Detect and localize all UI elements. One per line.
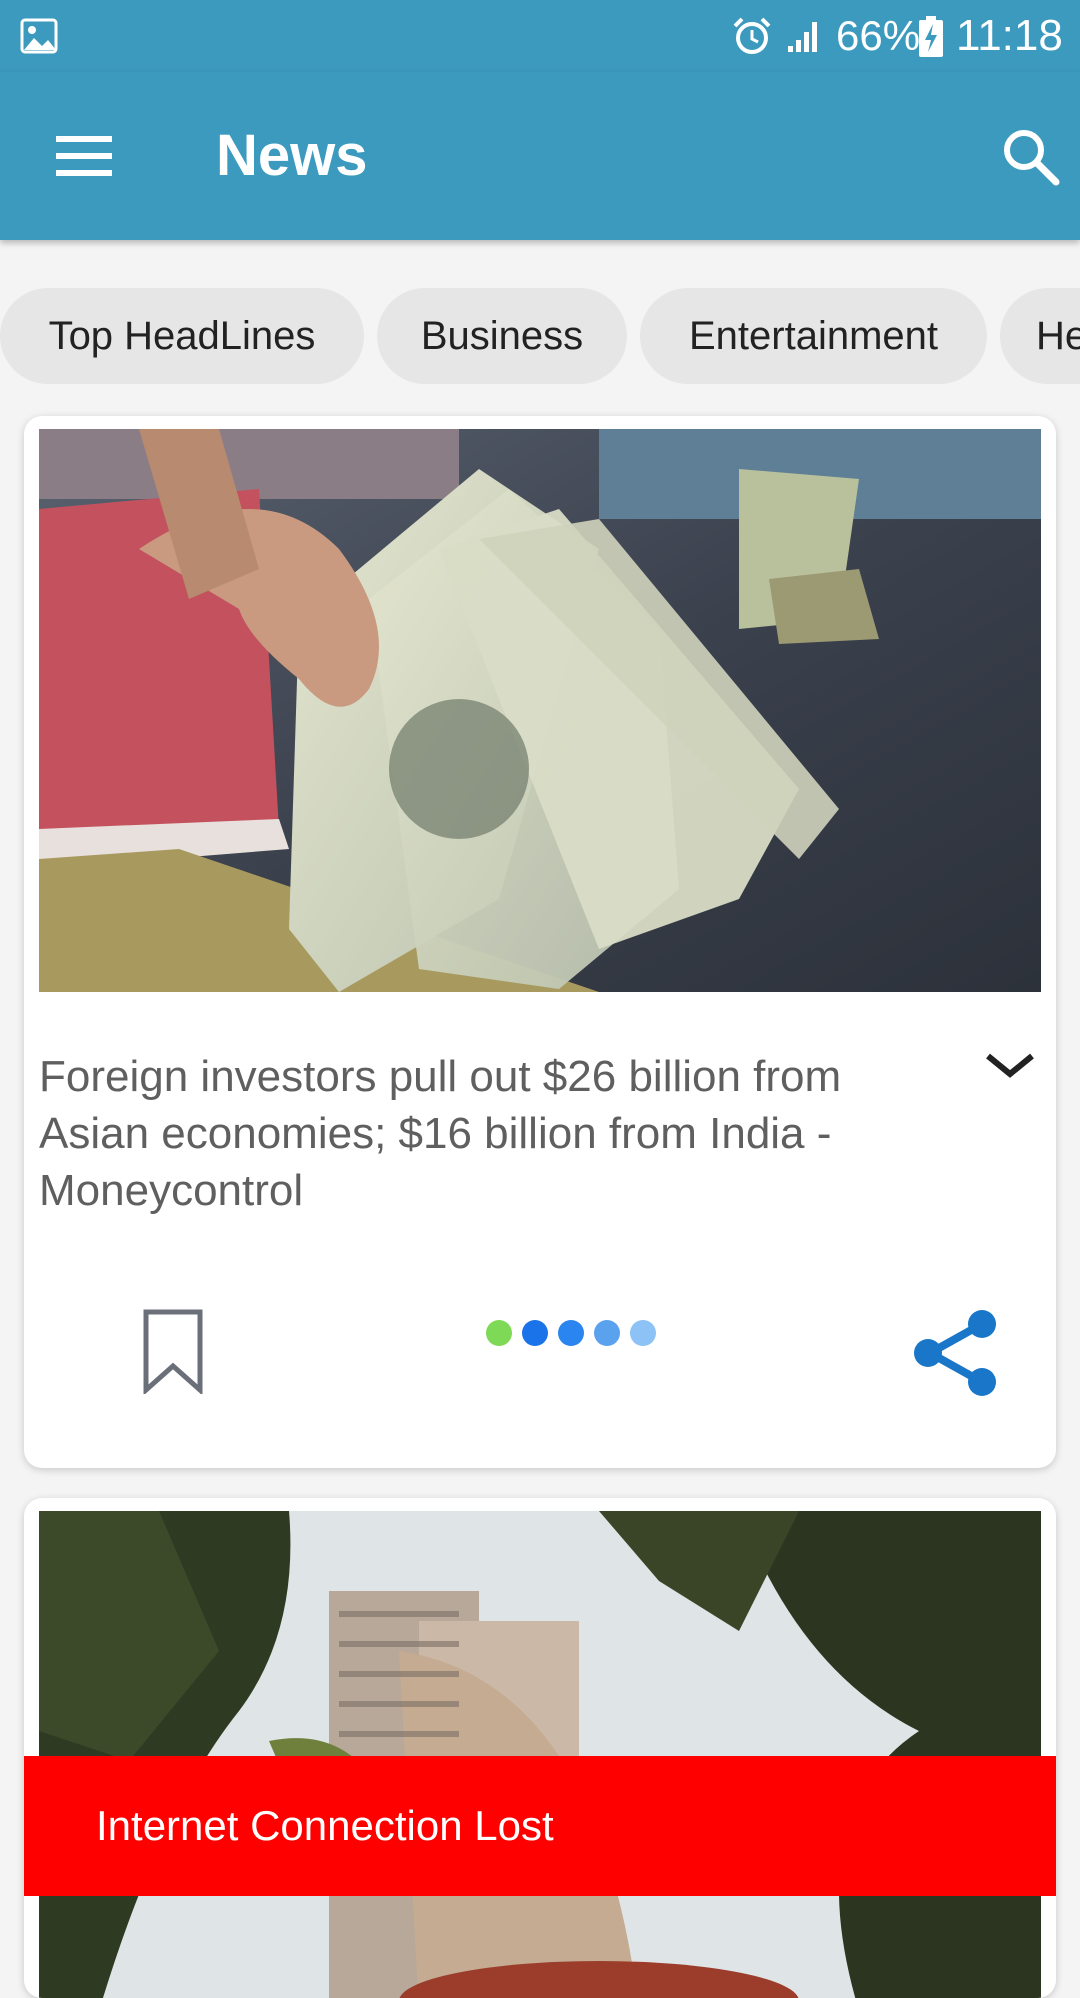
search-icon[interactable] — [1000, 126, 1060, 186]
bookmark-outline-icon[interactable] — [142, 1308, 204, 1394]
loading-dot — [522, 1320, 548, 1346]
chip-business[interactable]: Business — [377, 288, 627, 384]
loading-dot — [486, 1320, 512, 1346]
gallery-icon — [20, 18, 58, 54]
article-image[interactable] — [39, 1511, 1041, 1998]
signal-icon — [788, 22, 817, 52]
chip-health[interactable]: He — [1000, 288, 1080, 384]
loading-dot — [594, 1320, 620, 1346]
app-title: News — [216, 123, 368, 188]
hamburger-menu-icon[interactable] — [54, 132, 114, 180]
chevron-down-icon[interactable] — [982, 1046, 1038, 1086]
share-icon[interactable] — [912, 1308, 998, 1398]
chip-entertainment[interactable]: Entertainment — [640, 288, 987, 384]
article-card[interactable]: Foreign investors pull out $26 billion f… — [24, 416, 1056, 1468]
article-image[interactable] — [39, 429, 1041, 992]
building-photo — [39, 1511, 1041, 1998]
status-time: 11:18 — [956, 11, 1063, 60]
money-photo — [39, 429, 1041, 992]
status-bar: 66% 11:18 — [0, 0, 1080, 72]
article-card[interactable] — [24, 1498, 1056, 1998]
category-chips: Top HeadLines Business Entertainment He — [0, 288, 1080, 384]
loading-dots — [486, 1320, 666, 1350]
battery-charging-icon — [919, 16, 943, 57]
loading-dot — [630, 1320, 656, 1346]
loading-dot — [558, 1320, 584, 1346]
snackbar-connection-lost: Internet Connection Lost — [24, 1756, 1056, 1896]
chip-top-headlines[interactable]: Top HeadLines — [0, 288, 364, 384]
battery-percentage: 66% — [836, 12, 921, 59]
alarm-icon — [733, 17, 771, 54]
article-headline[interactable]: Foreign investors pull out $26 billion f… — [39, 1048, 959, 1219]
app-bar: News — [0, 72, 1080, 240]
